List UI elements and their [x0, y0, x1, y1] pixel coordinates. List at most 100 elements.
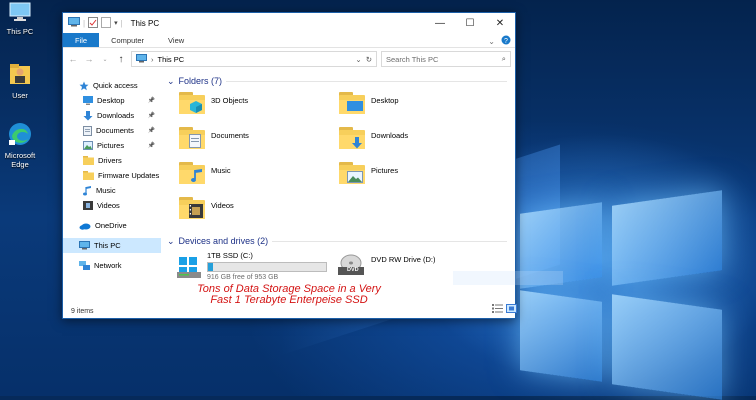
- ssd-drive-icon: [177, 251, 201, 281]
- sidebar-item-drivers[interactable]: Drivers: [63, 153, 161, 168]
- sidebar-item-label: This PC: [94, 241, 121, 250]
- file-explorer-window[interactable]: | ▾ | This PC — ☐ ✕ File Computer View ⌄…: [62, 12, 563, 319]
- folder-item-downloads[interactable]: Downloads: [339, 127, 408, 149]
- minimize-button[interactable]: —: [425, 13, 455, 33]
- sidebar-item-this-pc[interactable]: This PC: [63, 238, 161, 253]
- drive-c[interactable]: 1TB SSD (C:) 916 GB free of 953 GB: [177, 251, 327, 281]
- desktop-icon-label: User: [12, 91, 28, 100]
- expand-ribbon-icon[interactable]: ⌄: [488, 37, 495, 46]
- drive-c-usage-bar: [207, 262, 327, 272]
- desktop-icon-this-pc[interactable]: This PC: [0, 2, 44, 36]
- address-dropdown-icon[interactable]: ⌄: [355, 55, 361, 64]
- breadcrumb-separator-icon: ›: [151, 54, 154, 64]
- navigation-pane[interactable]: Quick access Desktop 📌 Downloads 📌 Documents 📌…: [63, 70, 161, 304]
- sidebar-item-pictures[interactable]: Pictures 📌: [63, 138, 161, 153]
- tab-file[interactable]: File: [63, 33, 100, 47]
- recent-locations-icon[interactable]: ⌄: [99, 56, 111, 63]
- drive-d[interactable]: DVD DVD RW Drive (D:): [337, 253, 435, 279]
- this-pc-icon: [79, 241, 90, 250]
- sidebar-item-label: Videos: [97, 201, 120, 210]
- up-button[interactable]: ↑: [115, 54, 127, 65]
- dvd-badge: DVD: [347, 267, 359, 273]
- network-icon: [79, 260, 90, 271]
- tab-computer[interactable]: Computer: [99, 33, 156, 47]
- back-button[interactable]: ←: [67, 54, 79, 64]
- folder-item-documents[interactable]: Documents: [179, 127, 249, 149]
- sidebar-item-videos[interactable]: Videos: [63, 198, 161, 213]
- sidebar-item-quick-access[interactable]: Quick access: [63, 78, 161, 93]
- drives-group-header[interactable]: ⌄ Devices and drives (2): [167, 234, 513, 248]
- music-folder-icon: [179, 162, 205, 184]
- ribbon-tabs: File Computer View ⌄ ?: [63, 33, 515, 48]
- folder-item-videos[interactable]: Videos: [179, 197, 234, 219]
- chevron-down-icon[interactable]: ⌄: [167, 76, 175, 87]
- desktop-icon-edge[interactable]: Microsoft Edge: [0, 122, 44, 169]
- items-view[interactable]: ⌄ Folders (7) 3D Objects Desktop Documents…: [163, 70, 563, 304]
- folder-item-desktop[interactable]: Desktop: [339, 92, 399, 114]
- refresh-icon[interactable]: ↻: [366, 55, 372, 64]
- folder-item-3d-objects[interactable]: 3D Objects: [179, 92, 248, 114]
- new-folder-icon[interactable]: [101, 16, 112, 30]
- quick-access-toolbar: | ▾ |: [63, 16, 123, 30]
- tab-view[interactable]: View: [156, 33, 196, 47]
- pin-icon: 📌: [147, 98, 155, 104]
- downloads-folder-icon: [339, 127, 365, 149]
- help-icon[interactable]: ?: [501, 35, 511, 47]
- customize-toolbar-icon[interactable]: ▾: [114, 19, 118, 27]
- folder-icon: [83, 156, 94, 165]
- content-area: Quick access Desktop 📌 Downloads 📌 Documents 📌…: [63, 70, 563, 304]
- sidebar-item-documents[interactable]: Documents 📌: [63, 123, 161, 138]
- maximize-button[interactable]: ☐: [455, 13, 485, 33]
- this-pc-icon: [0, 2, 44, 24]
- sidebar-item-label: Network: [94, 261, 122, 270]
- user-folder-icon: [0, 62, 44, 88]
- sidebar-item-onedrive[interactable]: OneDrive: [63, 218, 161, 233]
- downloads-icon: [83, 110, 93, 121]
- desktop-icon-label: Microsoft Edge: [4, 151, 36, 169]
- sidebar-item-label: Documents: [96, 126, 134, 135]
- folders-group-title: Folders (7): [178, 76, 223, 86]
- close-button[interactable]: ✕: [485, 13, 515, 33]
- folder-label: Desktop: [371, 96, 399, 105]
- sidebar-item-label: Drivers: [98, 156, 122, 165]
- search-box[interactable]: Search This PC ⌕: [381, 51, 511, 67]
- this-pc-icon: [136, 53, 147, 65]
- folders-group-header[interactable]: ⌄ Folders (7): [167, 74, 513, 88]
- navigation-bar: ← → ⌄ ↑ › This PC ⌄ ↻ Search This PC ⌕: [63, 48, 515, 70]
- search-icon[interactable]: ⌕: [502, 54, 506, 64]
- desktop-icon-user[interactable]: User: [0, 62, 44, 100]
- pin-icon: 📌: [147, 128, 155, 134]
- address-text[interactable]: This PC: [158, 55, 352, 64]
- documents-folder-icon: [179, 127, 205, 149]
- desktop-icon-label: This PC: [6, 27, 34, 36]
- toolbar-separator: |: [120, 18, 123, 28]
- sidebar-item-network[interactable]: Network: [63, 258, 161, 273]
- folder-label: Downloads: [371, 131, 409, 140]
- pin-icon: 📌: [147, 113, 155, 119]
- desktop-icon: [83, 96, 93, 105]
- sidebar-item-desktop[interactable]: Desktop 📌: [63, 93, 161, 108]
- edge-icon: [0, 122, 44, 148]
- sidebar-item-label: Quick access: [93, 81, 138, 90]
- folder-label: Videos: [211, 201, 234, 210]
- forward-button[interactable]: →: [83, 54, 95, 64]
- windows-logo: [500, 178, 756, 400]
- properties-icon[interactable]: [88, 16, 99, 30]
- chevron-down-icon[interactable]: ⌄: [167, 236, 175, 247]
- sidebar-item-label: OneDrive: [95, 221, 127, 230]
- music-icon: [83, 185, 92, 196]
- large-icons-view-icon[interactable]: [506, 304, 517, 315]
- search-input[interactable]: Search This PC: [386, 55, 502, 64]
- sidebar-item-firmware-updates[interactable]: Firmware Updates: [63, 168, 161, 183]
- title-bar[interactable]: | ▾ | This PC — ☐ ✕: [63, 13, 515, 33]
- folder-icon: [83, 171, 94, 180]
- folder-item-pictures[interactable]: Pictures: [339, 162, 398, 184]
- details-view-icon[interactable]: [492, 304, 503, 315]
- sidebar-item-label: Music: [96, 186, 116, 195]
- folder-item-music[interactable]: Music: [179, 162, 231, 184]
- sidebar-item-music[interactable]: Music: [63, 183, 161, 198]
- sidebar-item-downloads[interactable]: Downloads 📌: [63, 108, 161, 123]
- sidebar-item-label: Pictures: [97, 141, 125, 150]
- address-bar[interactable]: › This PC ⌄ ↻: [131, 51, 377, 67]
- sidebar-item-label: Downloads: [97, 111, 135, 120]
